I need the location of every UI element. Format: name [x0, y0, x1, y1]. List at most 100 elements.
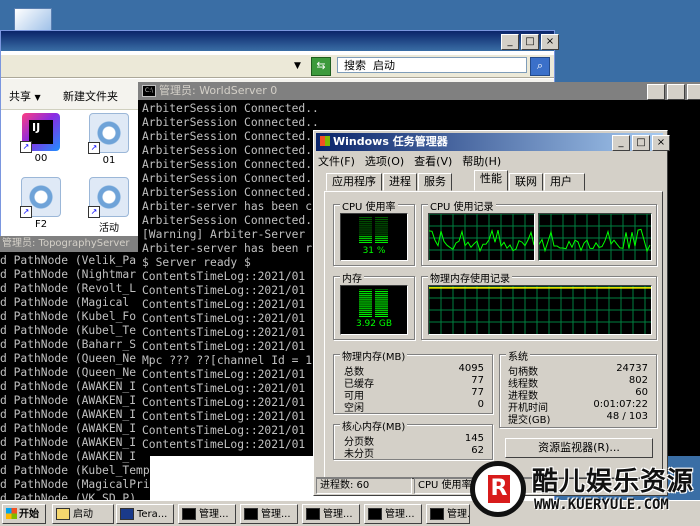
taskbar-item[interactable]: 管理... [178, 504, 236, 524]
minimize-button[interactable]: _ [501, 34, 519, 50]
taskbar-item[interactable]: 管理... [240, 504, 298, 524]
menu-file[interactable]: 文件(F) [318, 153, 355, 169]
explorer-titlebar[interactable]: _ □ × [1, 31, 559, 51]
share-label: 共享 [9, 90, 31, 103]
gear-icon: ↗ [88, 113, 129, 154]
tab-performance[interactable]: 性能 [474, 170, 508, 191]
meter-segment [375, 234, 388, 236]
meter-segment [375, 289, 388, 291]
cpu-history-graph-0 [428, 213, 535, 261]
console-line: ArbiterSession Connected...(IP : 127.0.0… [142, 116, 318, 129]
console-line: ContentsTimeLog::2021/01 [142, 270, 306, 283]
share-menu[interactable]: 共享 ▼ [9, 88, 41, 104]
gear-icon: ↗ [20, 177, 61, 218]
menu-view[interactable]: 查看(V) [414, 153, 452, 169]
tab-networking[interactable]: 联网 [509, 173, 543, 191]
folder-icon [56, 508, 70, 520]
console-line: d PathNode (Nightmar [0, 268, 137, 281]
console-line: Mpc ??? ??[channel Id = 1 [142, 354, 313, 367]
maximize-button[interactable]: □ [632, 135, 650, 151]
cpu-history-line [539, 228, 651, 253]
file-item[interactable]: IJ ↗ 00 [13, 113, 69, 164]
meter-segment [375, 226, 388, 228]
console-line: d PathNode (Kubel_Te [0, 324, 137, 337]
meter-segment [375, 309, 388, 311]
meter-segment [375, 232, 388, 234]
cpu-history-chart [539, 214, 651, 260]
meter-segment [375, 311, 388, 313]
maximize-button[interactable]: □ [667, 84, 685, 100]
console-line: ArbiterSession Connected...(IP : 127.0.0… [142, 186, 318, 199]
stat-row: 空闲 0 [344, 399, 484, 414]
address-dropdown-icon[interactable]: ▼ [294, 61, 301, 71]
console-line: d PathNode (AWAKEN_I [0, 394, 137, 407]
console-title[interactable]: 管理员: TopographyServer [0, 236, 150, 252]
close-button[interactable]: × [541, 34, 559, 50]
intellij-icon: IJ ↗ [20, 113, 60, 153]
taskbar-item[interactable]: 管理... [426, 504, 470, 524]
tab-processes[interactable]: 进程 [383, 173, 417, 191]
meter-segment [375, 224, 388, 226]
console-line: ContentsTimeLog::2021/01 [142, 326, 306, 339]
file-item[interactable]: ↗ 活动 [81, 177, 137, 234]
search-icon[interactable]: ⌕ [530, 57, 550, 76]
taskbar-item[interactable]: 管理... [364, 504, 422, 524]
console-titlebar[interactable]: C:\ 管理员: WorldServer 0 _ □ × [138, 82, 700, 100]
task-manager-titlebar[interactable]: Windows 任务管理器 _ □ × [316, 133, 670, 151]
menu-help[interactable]: 帮助(H) [462, 153, 501, 169]
minimize-button[interactable]: _ [647, 84, 665, 100]
menu-options[interactable]: 选项(O) [365, 153, 404, 169]
resource-monitor-button[interactable]: 资源监视器(R)... [505, 438, 653, 458]
memory-value: 3.92 GB [355, 319, 393, 329]
taskbar-item[interactable]: 启动 [52, 504, 114, 524]
file-name: F2 [34, 219, 48, 230]
minimize-button[interactable]: _ [612, 135, 630, 151]
maximize-button[interactable]: □ [521, 34, 539, 50]
console-line: d PathNode (Magical [0, 296, 130, 309]
console-line: ContentsTimeLog::2021/01 [142, 312, 306, 325]
meter-segment [359, 236, 372, 238]
start-button[interactable]: 开始 [2, 504, 46, 524]
search-button-label: 搜索 [344, 59, 366, 72]
console-line: ContentsTimeLog::2021/01 [142, 424, 306, 437]
console-line: ArbiterSession Connected...(IP : 127.0.0… [142, 158, 318, 171]
desktop-icon[interactable] [14, 8, 52, 32]
taskbar-item-label: 管理... [323, 509, 353, 520]
new-folder-button[interactable]: 新建文件夹 [63, 88, 118, 104]
close-button[interactable]: × [652, 135, 670, 151]
file-item[interactable]: ↗ 01 [81, 113, 137, 166]
meter-segment [359, 238, 372, 240]
memory-history-label: 物理内存使用记录 [428, 270, 512, 285]
console-line: d PathNode (AWAKEN_I [0, 450, 137, 463]
meter-segment [375, 220, 388, 222]
file-item[interactable]: ↗ F2 [13, 177, 69, 230]
console-title: 管理员: WorldServer 0 [159, 84, 278, 97]
cpu-history-graph-1 [538, 213, 652, 261]
memory-label: 内存 [340, 270, 364, 285]
console-line: d PathNode (AWAKEN_I [0, 422, 137, 435]
cpu-history-chart [429, 214, 534, 260]
tab-applications[interactable]: 应用程序 [326, 173, 382, 191]
console-line: Arbiter-server has been r [142, 242, 313, 255]
meter-segment [375, 228, 388, 230]
meter-segment [359, 303, 372, 305]
cpu-history-line [429, 228, 534, 253]
window-title: Windows 任务管理器 [333, 135, 448, 148]
search-input[interactable]: 搜索 启动 [337, 57, 527, 73]
console-window-topography[interactable]: 管理员: TopographyServer d PathNode (Velik_… [0, 236, 150, 505]
tab-users[interactable]: 用户 [544, 173, 585, 191]
console-line: d PathNode (AWAKEN_I [0, 380, 137, 393]
cpu-usage-label: CPU 使用率 [340, 198, 398, 213]
meter-segment [375, 313, 388, 315]
refresh-button[interactable]: ⇆ [311, 57, 331, 76]
console-line: ArbiterSession Connected. [142, 214, 313, 227]
meter-segment [375, 307, 388, 309]
console-line: Arbiter-server has been c [142, 200, 313, 213]
meter-segment [359, 228, 372, 230]
tab-services[interactable]: 服务 [418, 173, 452, 191]
taskbar-item[interactable]: Tera... [116, 504, 174, 524]
taskbar-item[interactable]: 管理... [302, 504, 360, 524]
close-button[interactable]: × [687, 84, 700, 100]
gear-icon: ↗ [88, 177, 129, 218]
meter-segment [375, 297, 388, 299]
